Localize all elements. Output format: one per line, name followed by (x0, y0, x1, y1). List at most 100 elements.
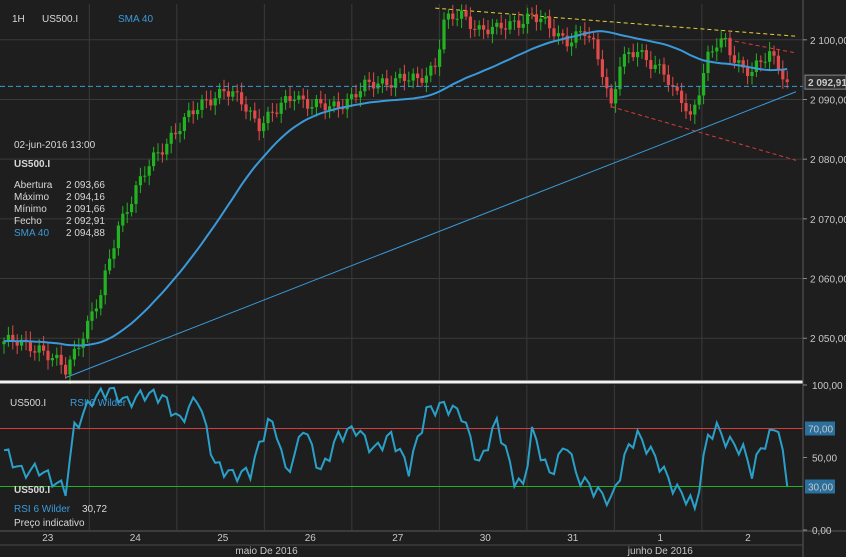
candle-body[interactable] (420, 78, 424, 83)
candle-body[interactable] (759, 60, 763, 62)
candle-body[interactable] (504, 28, 508, 30)
candle-body[interactable] (680, 90, 684, 104)
candle-body[interactable] (768, 51, 772, 62)
candle-body[interactable] (248, 110, 252, 112)
candle-body[interactable] (455, 18, 459, 20)
candle-body[interactable] (596, 39, 600, 60)
candle-body[interactable] (653, 64, 657, 69)
candle-body[interactable] (213, 98, 217, 106)
candle-body[interactable] (442, 19, 446, 50)
candle-body[interactable] (152, 152, 156, 167)
candle-body[interactable] (539, 18, 543, 23)
candle-body[interactable] (482, 25, 486, 30)
candle-body[interactable] (165, 143, 169, 155)
candle-body[interactable] (319, 98, 323, 104)
candle-body[interactable] (297, 95, 301, 100)
rsi-legend[interactable]: RSI 6 Wilder (70, 398, 127, 409)
candle-body[interactable] (372, 81, 376, 89)
candle-body[interactable] (543, 17, 547, 19)
candle-body[interactable] (174, 132, 178, 135)
candle-body[interactable] (169, 132, 173, 144)
candle-body[interactable] (292, 99, 296, 102)
candle-body[interactable] (94, 308, 98, 312)
candle-body[interactable] (521, 23, 525, 28)
candle-body[interactable] (746, 67, 750, 76)
candle-body[interactable] (226, 91, 230, 97)
candle-body[interactable] (147, 166, 151, 176)
candle-body[interactable] (209, 99, 213, 106)
candle-body[interactable] (380, 78, 384, 84)
candle-body[interactable] (196, 109, 200, 115)
candle-body[interactable] (244, 104, 248, 112)
candle-body[interactable] (763, 61, 767, 63)
candle-body[interactable] (658, 64, 662, 66)
candle-body[interactable] (77, 347, 81, 349)
candle-body[interactable] (266, 111, 270, 124)
candle-body[interactable] (257, 118, 261, 132)
candle-body[interactable] (160, 152, 164, 155)
candle-body[interactable] (627, 52, 631, 55)
candle-body[interactable] (187, 110, 191, 117)
candle-body[interactable] (64, 364, 68, 375)
candle-body[interactable] (675, 86, 679, 91)
candle-body[interactable] (728, 37, 732, 56)
candle-body[interactable] (460, 10, 464, 19)
candle-body[interactable] (138, 176, 142, 186)
candle-body[interactable] (231, 91, 235, 97)
candle-body[interactable] (578, 31, 582, 33)
candle-body[interactable] (473, 28, 477, 30)
candle-body[interactable] (143, 175, 147, 177)
candle-body[interactable] (451, 13, 455, 20)
candle-body[interactable] (416, 73, 420, 79)
candle-body[interactable] (724, 37, 728, 39)
candle-body[interactable] (50, 358, 54, 361)
candle-body[interactable] (191, 110, 195, 115)
candle-body[interactable] (323, 103, 327, 111)
sma-legend[interactable]: SMA 40 (118, 14, 153, 25)
candle-body[interactable] (235, 91, 239, 93)
candle-body[interactable] (552, 28, 556, 37)
candle-body[interactable] (306, 99, 310, 109)
candle-body[interactable] (350, 94, 354, 99)
candle-body[interactable] (279, 102, 283, 114)
candle-body[interactable] (781, 69, 785, 80)
candle-body[interactable] (684, 103, 688, 112)
candle-body[interactable] (517, 20, 521, 28)
candle-body[interactable] (614, 89, 618, 104)
candle-body[interactable] (495, 22, 499, 27)
candle-body[interactable] (737, 60, 741, 63)
candle-body[interactable] (200, 99, 204, 110)
candle-body[interactable] (42, 345, 46, 351)
candle-body[interactable] (636, 51, 640, 58)
candle-body[interactable] (715, 47, 719, 52)
candle-body[interactable] (385, 78, 389, 86)
candle-body[interactable] (204, 99, 208, 101)
candle-body[interactable] (134, 185, 138, 205)
candle-body[interactable] (530, 13, 534, 15)
candle-body[interactable] (363, 79, 367, 92)
candle-body[interactable] (178, 130, 182, 135)
candle-body[interactable] (754, 60, 758, 72)
candle-body[interactable] (693, 104, 697, 115)
candle-body[interactable] (710, 51, 714, 53)
trading-chart[interactable]: 2 100,00 2 090,00 2 080,00 2 070,00 2 060,00… (0, 0, 846, 557)
candle-body[interactable] (99, 295, 103, 309)
candle-body[interactable] (301, 95, 305, 100)
candle-body[interactable] (508, 21, 512, 30)
candle-body[interactable] (548, 17, 552, 29)
candle-body[interactable] (785, 79, 789, 83)
candle-body[interactable] (270, 111, 274, 113)
candle-body[interactable] (103, 270, 107, 296)
candle-body[interactable] (68, 359, 72, 375)
candle-body[interactable] (490, 26, 494, 35)
candle-body[interactable] (499, 22, 503, 29)
candle-body[interactable] (156, 152, 160, 154)
candle-body[interactable] (275, 112, 279, 114)
candle-body[interactable] (446, 13, 450, 20)
candle-body[interactable] (556, 33, 560, 37)
candle-body[interactable] (429, 65, 433, 76)
candle-body[interactable] (112, 248, 116, 259)
candle-body[interactable] (402, 73, 406, 81)
candle-body[interactable] (411, 73, 415, 81)
candle-body[interactable] (526, 13, 530, 24)
